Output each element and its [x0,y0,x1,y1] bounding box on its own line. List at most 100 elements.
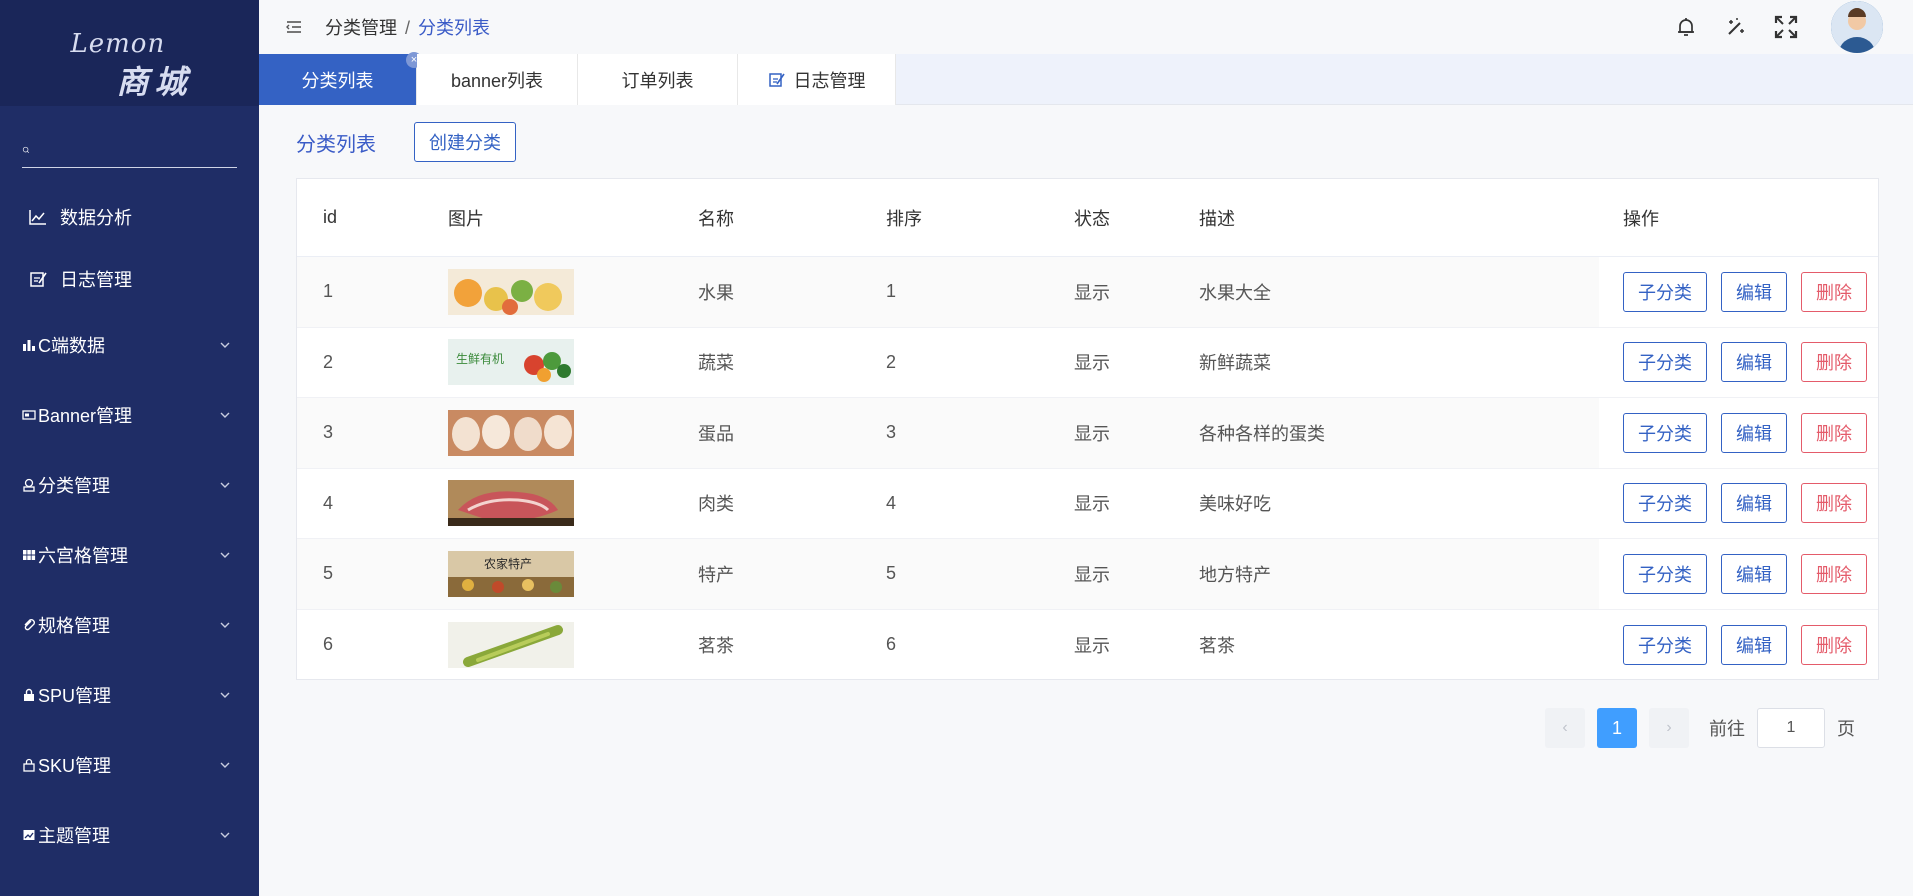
edit-button[interactable]: 编辑 [1721,624,1787,665]
sidebar-group-label: 规格管理 [38,616,110,636]
bar-chart-icon [23,340,35,351]
cell-description: 茗茶 [1199,635,1235,656]
column-header-status: 状态 [1074,208,1110,229]
cell-image [422,621,672,668]
tab-log-management[interactable]: 日志管理 [738,54,896,105]
table-row: 1 水果 1 显示 水果大全 子分类 编辑 删除 [297,257,1878,328]
subcategory-button[interactable]: 子分类 [1623,483,1707,524]
delete-button[interactable]: 删除 [1801,483,1867,524]
tab-banner-list[interactable]: banner列表 [417,54,578,105]
table-row: 2 生鲜有机 蔬菜 2 显示 新鲜蔬菜 子分类 编辑 删除 [297,328,1878,398]
goto-page-input[interactable] [1757,708,1825,748]
sidebar-group-spu[interactable]: SPU管理 [0,660,259,730]
cell-actions: 子分类 编辑 删除 [1599,539,1878,609]
cell-name: 肉类 [698,494,734,515]
sidebar-group-c-data[interactable]: C端数据 [0,310,259,380]
cell-image [422,268,672,315]
cell-status: 显示 [1074,564,1110,585]
table-header: id 图片 名称 排序 状态 描述 操作 [297,179,1878,257]
next-page-button[interactable]: › [1649,708,1689,748]
tab-order-list[interactable]: 订单列表 [578,54,738,105]
column-header-image: 图片 [448,208,484,229]
header-actions [1649,0,1883,54]
prev-page-button[interactable]: ‹ [1545,708,1585,748]
sidebar-group-label: SKU管理 [38,756,112,776]
cell-id: 6 [323,634,334,655]
edit-button[interactable]: 编辑 [1721,342,1787,383]
cell-status: 显示 [1074,423,1110,444]
specialty-image: 农家特产 [448,550,574,597]
chevron-down-icon [220,692,230,698]
sidebar-group-spec[interactable]: 规格管理 [0,590,259,660]
logo-mark: Lemon 商城 [55,13,205,101]
table-row: 4 肉类 4 显示 美味好吃 子分类 编辑 删除 [297,469,1878,539]
category-table: id 图片 名称 排序 状态 描述 操作 1 水果 1 显示 水果大全 子分类 … [296,178,1879,680]
chevron-down-icon [220,552,230,558]
paperclip-icon [24,619,35,631]
logo[interactable]: Lemon 商城 [0,0,259,106]
page-number-current[interactable]: 1 [1597,708,1637,748]
edit-button[interactable]: 编辑 [1721,412,1787,453]
sidebar-group-banner[interactable]: Banner管理 [0,380,259,450]
page-title: 分类列表 [296,133,376,156]
sidebar-item-log-management[interactable]: 日志管理 [0,248,259,310]
chevron-down-icon [220,482,230,488]
subcategory-button[interactable]: 子分类 [1623,342,1707,383]
sidebar-item-data-analysis[interactable]: 数据分析 [0,186,259,248]
cell-id: 2 [323,351,334,372]
edit-button[interactable]: 编辑 [1721,553,1787,594]
table-row: 5 农家特产 特产 5 显示 地方特产 子分类 编辑 删除 [297,539,1878,610]
cell-id: 5 [323,563,334,584]
cell-status: 显示 [1074,635,1110,656]
delete-button[interactable]: 删除 [1801,624,1867,665]
page-unit-label: 页 [1837,719,1855,739]
subcategory-button[interactable]: 子分类 [1623,412,1707,453]
avatar[interactable] [1831,1,1883,53]
sidebar-group-sku[interactable]: SKU管理 [0,730,259,800]
chevron-down-icon [220,412,230,418]
tab-category-list[interactable]: 分类列表 × [259,52,422,105]
edit-button[interactable]: 编辑 [1721,271,1787,312]
cell-image [422,480,672,527]
delete-button[interactable]: 删除 [1801,412,1867,453]
breadcrumb-current: 分类列表 [418,18,491,38]
breadcrumb-parent[interactable]: 分类管理 [325,18,397,38]
sidebar-item-label: 数据分析 [60,208,132,228]
bell-icon[interactable] [1673,14,1699,40]
pagination: ‹ 1 › 前往 页 [1545,708,1855,748]
table-row: 6 茗茶 6 显示 茗茶 子分类 编辑 删除 [297,610,1878,681]
subcategory-button[interactable]: 子分类 [1623,271,1707,312]
sidebar-group-label: 分类管理 [38,476,110,496]
edit-button[interactable]: 编辑 [1721,483,1787,524]
sidebar-group-label: 六宫格管理 [38,546,128,566]
cell-sort: 2 [886,351,897,372]
menu-fold-icon[interactable] [285,18,303,36]
fullscreen-icon[interactable] [1773,14,1799,40]
cell-description: 水果大全 [1199,282,1271,303]
theme-icon [23,830,35,840]
subcategory-button[interactable]: 子分类 [1623,624,1707,665]
cell-actions: 子分类 编辑 删除 [1599,398,1878,468]
cell-name: 蔬菜 [698,353,734,374]
sidebar-group-category[interactable]: 分类管理 [0,450,259,520]
delete-button[interactable]: 删除 [1801,553,1867,594]
line-chart-icon [29,210,46,225]
magic-wand-icon[interactable] [1723,14,1749,40]
column-header-description: 描述 [1199,208,1235,229]
meat-image [448,480,574,527]
create-category-button[interactable]: 创建分类 [414,122,516,162]
subcategory-button[interactable]: 子分类 [1623,553,1707,594]
delete-button[interactable]: 删除 [1801,271,1867,312]
tab-label: 分类列表 [301,70,374,91]
sidebar-group-theme[interactable]: 主题管理 [0,800,259,870]
delete-button[interactable]: 删除 [1801,342,1867,383]
breadcrumb-separator: / [405,18,411,38]
sidebar-group-grid[interactable]: 六宫格管理 [0,520,259,590]
cell-image: 农家特产 [422,550,672,597]
chevron-down-icon [220,762,230,768]
tab-bar: 分类列表 × banner列表 订单列表 日志管理 [259,52,1913,105]
cell-actions: 子分类 编辑 删除 [1599,610,1878,681]
page-header: 分类列表 创建分类 [296,122,516,162]
cell-description: 各种各样的蛋类 [1199,423,1325,444]
sidebar-search-input[interactable] [30,141,237,158]
